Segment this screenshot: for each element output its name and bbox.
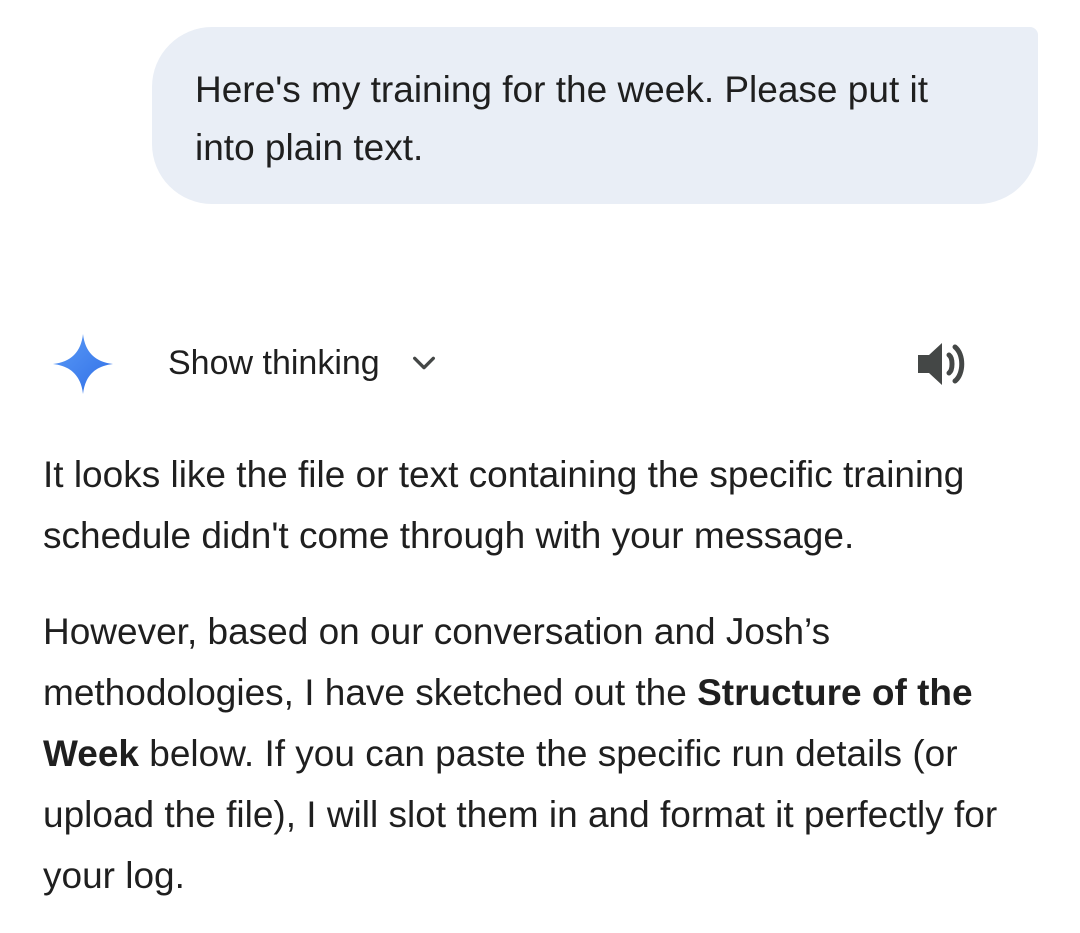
show-thinking-toggle[interactable]: Show thinking xyxy=(168,340,438,386)
user-message-bubble: Here's my training for the week. Please … xyxy=(152,27,1038,204)
response-header: Show thinking xyxy=(0,322,1080,404)
response-paragraph-2-part-2: below. If you can paste the specific run… xyxy=(43,733,998,896)
response-text: It looks like the file or text containin… xyxy=(43,444,1048,906)
response-paragraph-1: It looks like the file or text containin… xyxy=(43,454,965,556)
speaker-icon[interactable] xyxy=(912,336,972,392)
show-thinking-label: Show thinking xyxy=(168,344,380,382)
sparkle-icon xyxy=(53,334,113,394)
response-paragraph-2: However, based on our conversation and J… xyxy=(43,601,1048,906)
chevron-down-icon xyxy=(412,356,435,370)
